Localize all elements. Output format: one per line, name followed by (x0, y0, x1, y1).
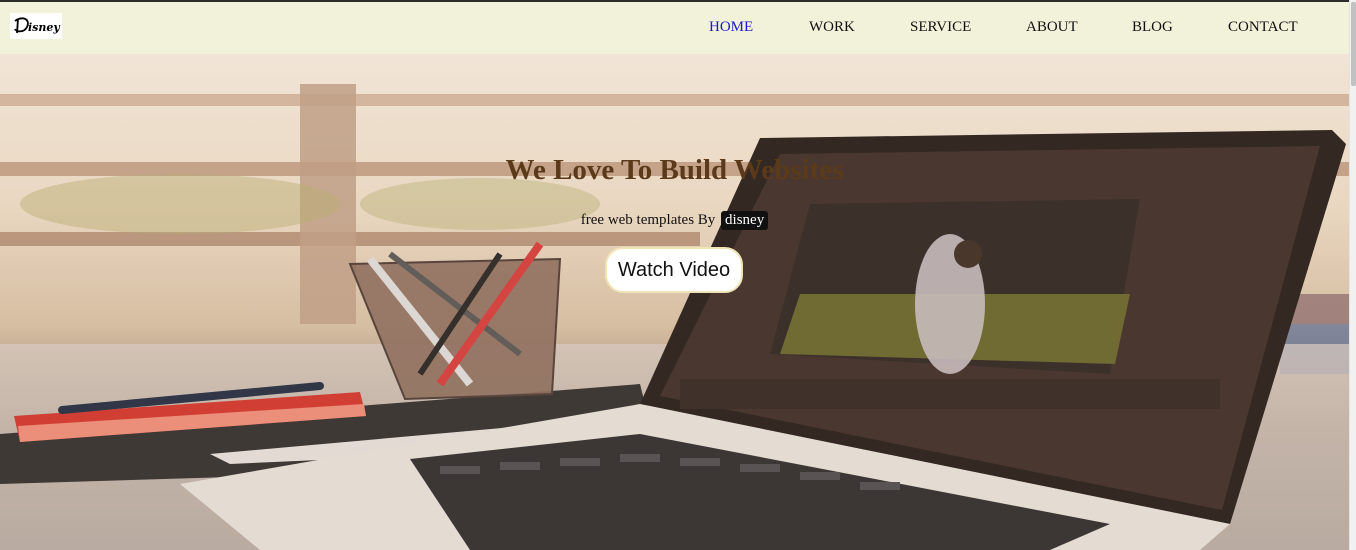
page-scrollbar[interactable] (1349, 0, 1356, 550)
nav-service[interactable]: SERVICE (910, 19, 971, 36)
site-logo[interactable]: isney (10, 13, 62, 39)
nav-work[interactable]: WORK (809, 19, 855, 36)
watch-video-button[interactable]: Watch Video (605, 247, 743, 293)
scrollbar-thumb[interactable] (1351, 2, 1356, 86)
hero-section: We Love To Build Websites free web templ… (0, 54, 1349, 550)
hero-subline-text: free web templates By (580, 212, 716, 228)
svg-text:isney: isney (28, 21, 61, 34)
nav-about[interactable]: ABOUT (1026, 19, 1078, 36)
nav-blog[interactable]: BLOG (1132, 19, 1173, 36)
hero-headline: We Love To Build Websites (505, 154, 844, 186)
hero-background-image (0, 54, 1349, 550)
disney-logo-icon: isney (14, 17, 61, 34)
nav-contact[interactable]: CONTACT (1228, 19, 1298, 36)
navbar: isney HOME WORK SERVICE ABOUT BLOG CONTA… (0, 2, 1349, 54)
brand-badge: disney (721, 211, 769, 230)
nav-home[interactable]: HOME (709, 19, 753, 36)
hero-subline: free web templates By disney (0, 211, 1349, 230)
